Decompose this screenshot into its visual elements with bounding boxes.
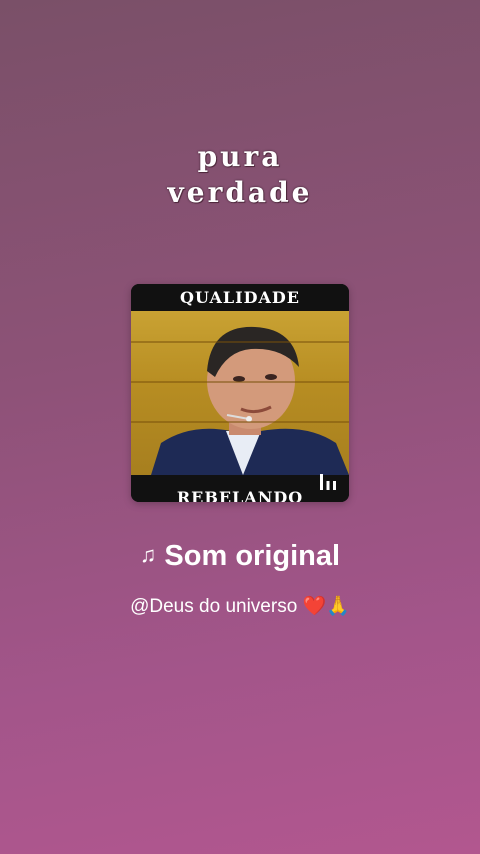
music-note-icon: ♫ bbox=[139, 542, 157, 567]
equalizer-icon bbox=[320, 474, 336, 490]
praying-hands-icon: 🙏 bbox=[326, 596, 350, 617]
caption-line-1: pura bbox=[197, 140, 283, 173]
cover-photo bbox=[131, 311, 349, 475]
speaker-figure bbox=[151, 326, 349, 475]
author-handle: @Deus do universo bbox=[130, 596, 298, 617]
audio-author[interactable]: @Deus do universo ❤️🙏 bbox=[0, 594, 480, 618]
cover-bottom-banner: REBELANDO bbox=[131, 475, 349, 502]
audio-title[interactable]: ♫ Som original bbox=[0, 540, 480, 573]
cover-top-text: QUALIDADE bbox=[180, 288, 300, 307]
caption-line-2: verdade bbox=[167, 176, 313, 209]
audio-cover-card[interactable]: QUALIDADE REBELANDO bbox=[131, 284, 349, 502]
cover-top-banner: QUALIDADE bbox=[131, 284, 349, 311]
cover-bottom-text: REBELANDO bbox=[176, 488, 304, 502]
audio-title-text: Som original bbox=[164, 540, 341, 572]
heart-icon: ❤️ bbox=[302, 596, 327, 617]
